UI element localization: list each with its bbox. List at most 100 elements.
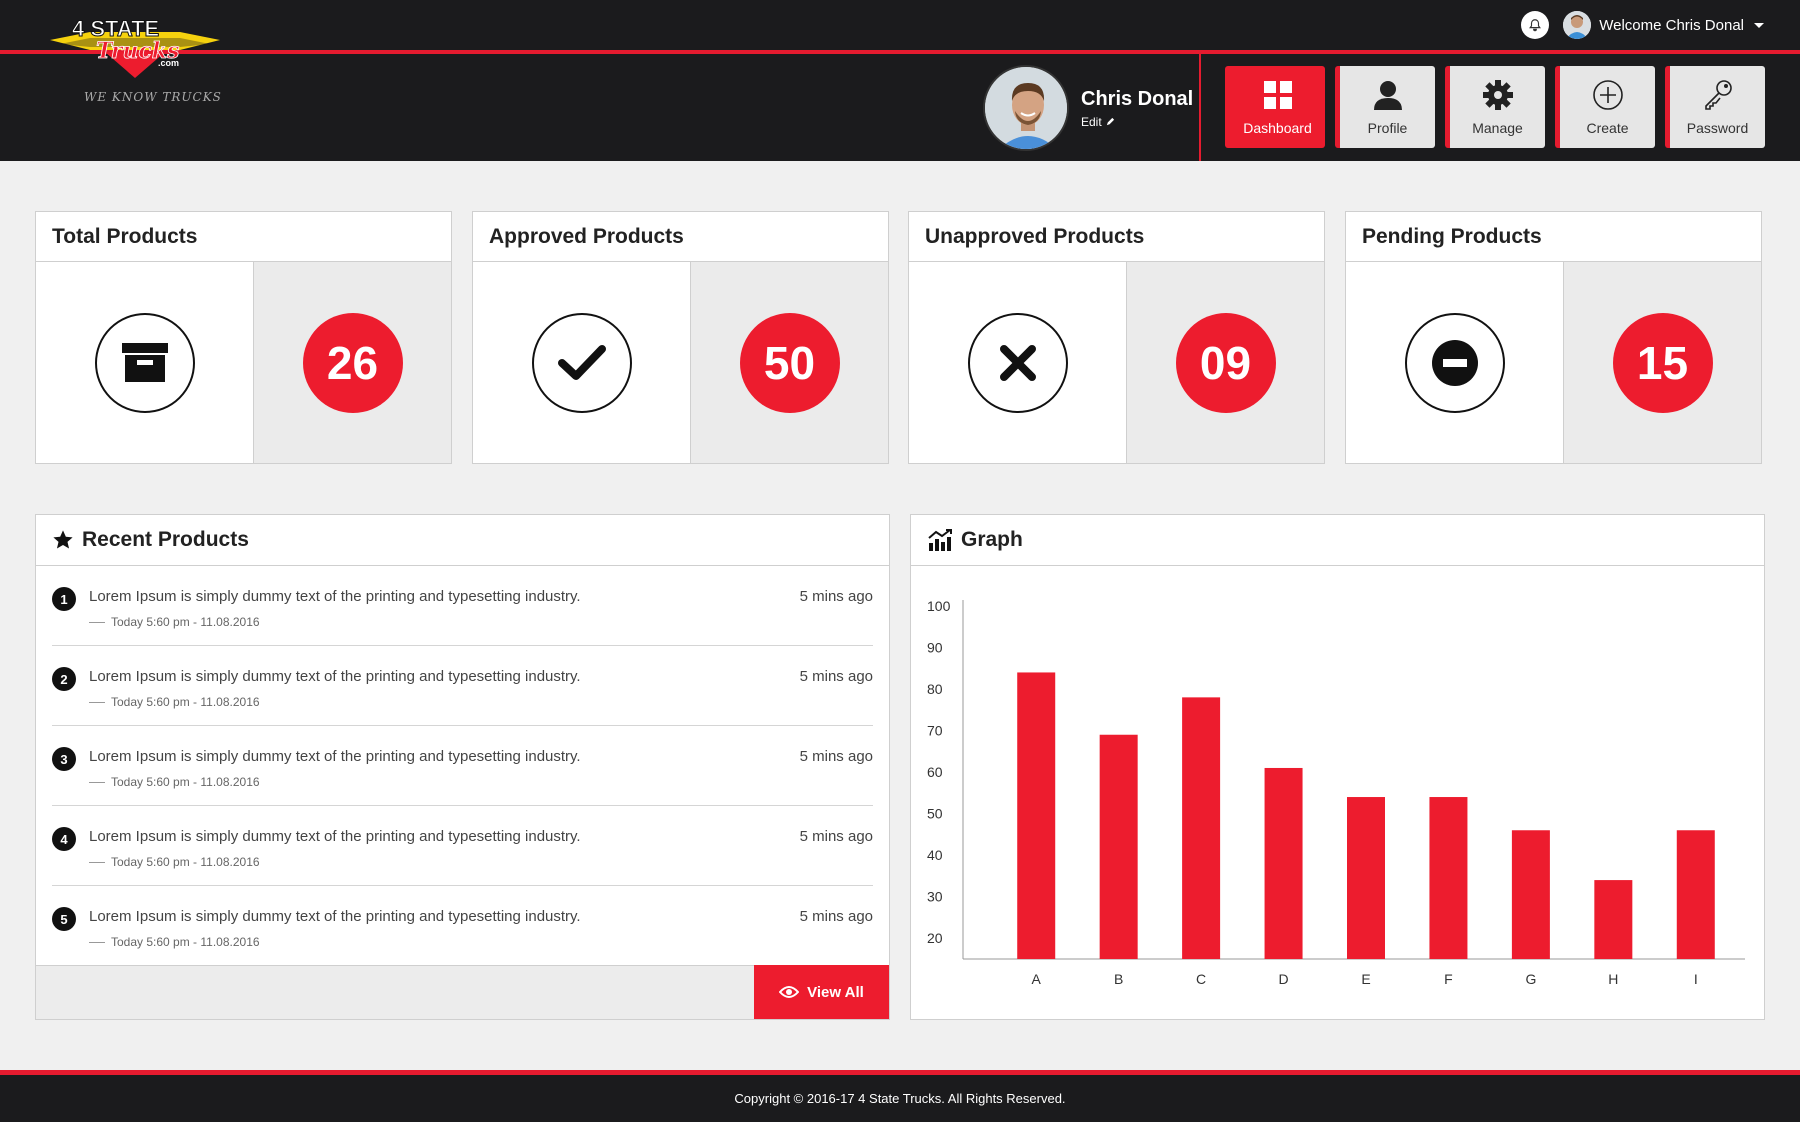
pencil-icon [1106, 117, 1114, 126]
stat-count: 09 [1175, 312, 1276, 413]
item-number: 4 [52, 827, 76, 851]
avatar [983, 65, 1069, 151]
edit-profile-link[interactable]: Edit [1081, 115, 1193, 129]
item-text: Lorem Ipsum is simply dummy text of the … [89, 588, 581, 605]
stat-title: Pending Products [1346, 212, 1761, 262]
chevron-down-icon [1754, 22, 1764, 28]
stat-card-pending[interactable]: Pending Products 15 [1345, 211, 1762, 464]
header-red-line [0, 50, 1800, 54]
stat-card-unapproved[interactable]: Unapproved Products 09 [908, 211, 1325, 464]
nav-manage-label: Manage [1472, 120, 1523, 136]
list-item[interactable]: 2 Lorem Ipsum is simply dummy text of th… [52, 646, 873, 726]
nav-profile-button[interactable]: Profile [1335, 66, 1435, 148]
avatar-small [1563, 11, 1592, 39]
star-icon [53, 530, 73, 549]
item-date-row: Today 5:60 pm - 11.08.2016 [89, 935, 260, 949]
panel-title: Recent Products [82, 528, 249, 551]
panel-header: Recent Products [36, 515, 889, 566]
list-item[interactable]: 4 Lorem Ipsum is simply dummy text of th… [52, 806, 873, 886]
logo-tagline: WE KNOW TRUCKS [84, 90, 222, 104]
item-number: 1 [52, 587, 76, 611]
bell-icon[interactable] [1521, 11, 1550, 39]
item-text: Lorem Ipsum is simply dummy text of the … [89, 668, 581, 685]
user-menu[interactable]: Welcome Chris Donal [1563, 11, 1764, 39]
list-item[interactable]: 5 Lorem Ipsum is simply dummy text of th… [52, 886, 873, 966]
x-icon [967, 312, 1068, 413]
x-tick-label: D [1278, 971, 1288, 987]
list-item[interactable]: 1 Lorem Ipsum is simply dummy text of th… [52, 566, 873, 646]
view-all-label: View All [807, 983, 864, 1001]
item-number: 2 [52, 667, 76, 691]
item-time: 5 mins ago [799, 828, 873, 845]
item-date: Today 5:60 pm - 11.08.2016 [111, 855, 260, 869]
y-tick-label: 20 [927, 930, 943, 946]
y-tick-label: 40 [927, 847, 943, 863]
y-tick-label: 80 [927, 681, 943, 697]
archive-icon [94, 312, 195, 413]
bar-C [1182, 697, 1221, 959]
x-tick-label: I [1694, 971, 1698, 987]
x-tick-label: F [1444, 971, 1453, 987]
key-icon [1704, 80, 1732, 110]
bar-I [1676, 830, 1715, 959]
y-tick-label: 100 [927, 598, 951, 614]
x-tick-label: H [1608, 971, 1618, 987]
user-block: Chris Donal Edit [983, 65, 1193, 151]
bar-B [1099, 734, 1138, 959]
y-tick-label: 70 [927, 723, 943, 739]
nav-manage-button[interactable]: Manage [1445, 66, 1545, 148]
bar-F [1429, 797, 1468, 959]
logo[interactable]: 4 STATE Trucks .com WE KNOW TRUCKS [50, 16, 230, 110]
item-date-row: Today 5:60 pm - 11.08.2016 [89, 855, 260, 869]
graph-panel: Graph 20 30 40 50 60 70 80 90 100 A B C D E F G H I [910, 514, 1765, 1020]
recent-list: 1 Lorem Ipsum is simply dummy text of th… [36, 566, 889, 966]
item-text: Lorem Ipsum is simply dummy text of the … [89, 828, 581, 845]
stat-card-approved[interactable]: Approved Products 50 [472, 211, 889, 464]
y-tick-label: 60 [927, 764, 943, 780]
bar-G [1511, 830, 1550, 959]
user-name: Chris Donal [1081, 87, 1194, 110]
item-text: Lorem Ipsum is simply dummy text of the … [89, 908, 581, 925]
edit-label: Edit [1081, 114, 1102, 129]
item-text: Lorem Ipsum is simply dummy text of the … [89, 748, 581, 765]
recent-products-panel: Recent Products 1 Lorem Ipsum is simply … [35, 514, 890, 1020]
nav-profile-label: Profile [1367, 120, 1408, 136]
item-date: Today 5:60 pm - 11.08.2016 [111, 775, 260, 789]
check-icon [531, 312, 632, 413]
welcome-text: Welcome Chris Donal [1599, 16, 1744, 34]
nav-create-button[interactable]: Create [1555, 66, 1655, 148]
item-number: 5 [52, 907, 76, 931]
logo-mark: 4 STATE Trucks .com [50, 16, 220, 78]
nav-password-button[interactable]: Password [1665, 66, 1765, 148]
stat-title: Total Products [36, 212, 451, 262]
y-tick-label: 90 [927, 640, 943, 656]
item-time: 5 mins ago [799, 588, 873, 605]
bar-A [1017, 672, 1056, 959]
bar-H [1594, 880, 1633, 959]
item-date-row: Today 5:60 pm - 11.08.2016 [89, 775, 260, 789]
gear-icon [1482, 80, 1513, 110]
item-date: Today 5:60 pm - 11.08.2016 [111, 615, 260, 629]
y-tick-label: 30 [927, 889, 943, 905]
x-tick-label: G [1525, 971, 1536, 987]
x-tick-label: A [1032, 971, 1042, 987]
user-icon [1373, 81, 1402, 110]
panel-header: Graph [911, 515, 1764, 566]
view-all-button[interactable]: View All [754, 965, 889, 1019]
stat-card-total[interactable]: Total Products 26 [35, 211, 452, 464]
item-time: 5 mins ago [799, 748, 873, 765]
bar-D [1264, 767, 1303, 959]
list-item[interactable]: 3 Lorem Ipsum is simply dummy text of th… [52, 726, 873, 806]
x-tick-label: E [1361, 971, 1370, 987]
nav-dashboard-button[interactable]: Dashboard [1225, 66, 1325, 148]
nav-create-label: Create [1586, 120, 1629, 136]
item-number: 3 [52, 747, 76, 771]
stat-count: 15 [1612, 312, 1713, 413]
panel-title: Graph [961, 528, 1023, 551]
item-date: Today 5:60 pm - 11.08.2016 [111, 935, 260, 949]
grid-icon [1263, 81, 1292, 109]
eye-icon [779, 986, 800, 998]
top-right-bar: Welcome Chris Donal [1521, 11, 1764, 39]
item-time: 5 mins ago [799, 668, 873, 685]
y-tick-label: 50 [927, 806, 943, 822]
